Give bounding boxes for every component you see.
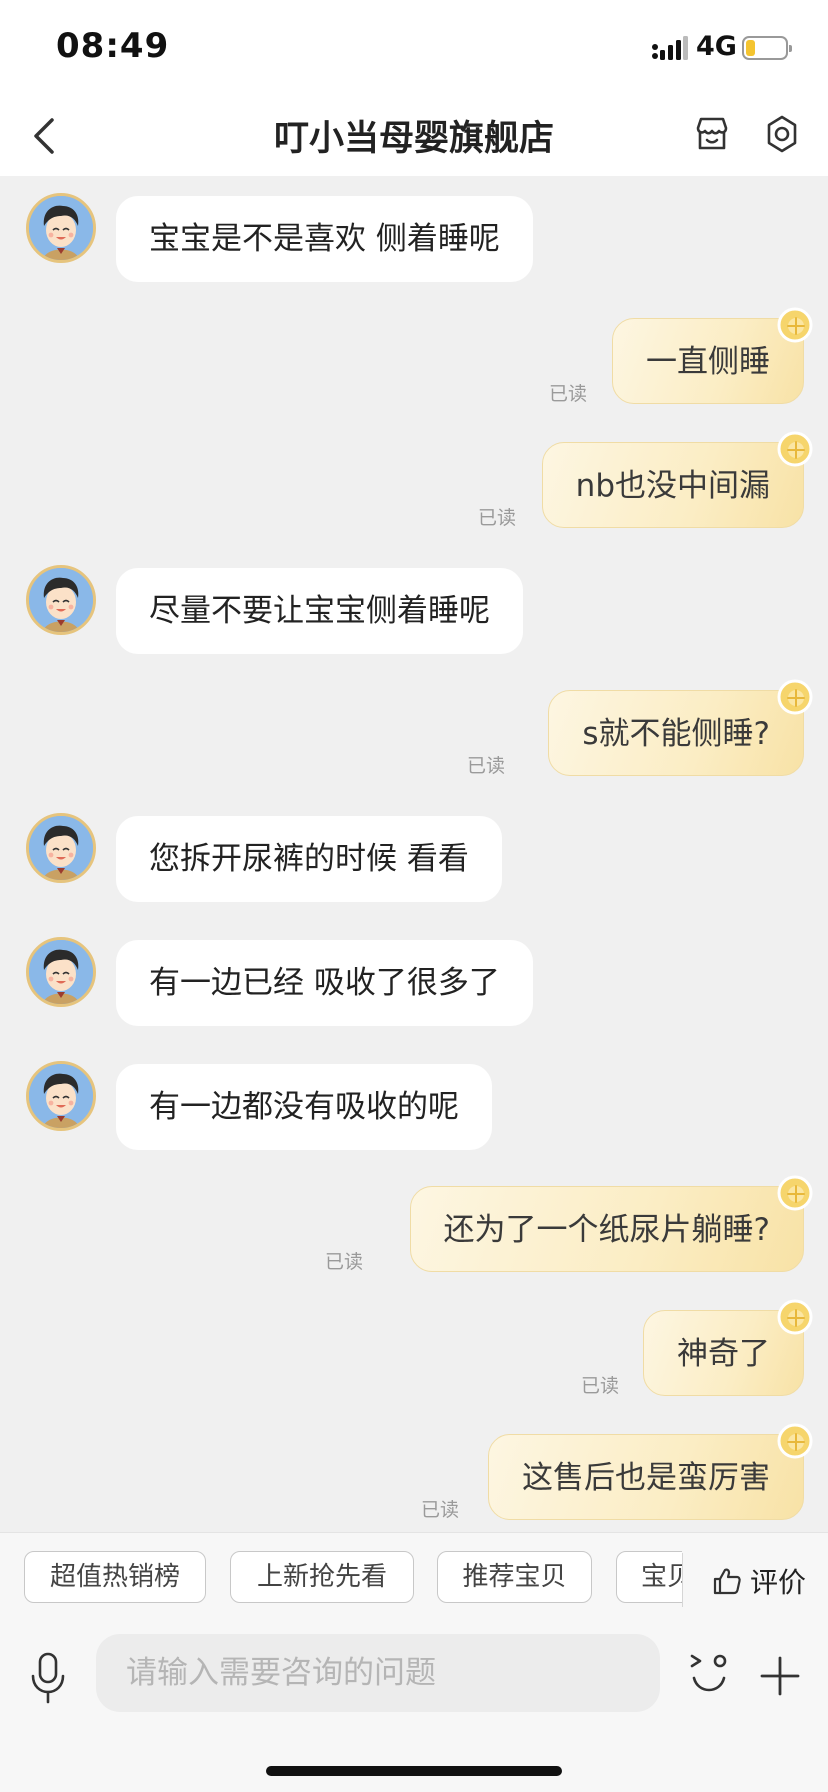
home-indicator[interactable] [266,1766,562,1776]
message-received: 宝宝是不是喜欢 侧着睡呢 [116,196,533,282]
read-status: 已读 [581,1375,620,1397]
agent-face-icon [29,196,93,260]
status-time: 08:49 [56,26,170,66]
agent-face-icon [29,816,93,880]
quick-reply-hot-list[interactable]: 超值热销榜 [24,1551,206,1603]
read-status: 已读 [467,755,506,777]
message-received: 有一边已经 吸收了很多了 [116,940,533,1026]
vip-badge-icon [777,679,813,715]
message-input[interactable]: 请输入需要咨询的问题 [96,1634,660,1712]
agent-avatar[interactable] [26,937,96,1007]
vip-badge-icon [777,1299,813,1335]
agent-face-icon [29,940,93,1004]
quick-reply-new-arrivals[interactable]: 上新抢先看 [230,1551,414,1603]
vip-badge-icon [777,1175,813,1211]
status-bar: 08:49 4G [0,0,828,96]
message-received: 您拆开尿裤的时候 看看 [116,816,502,902]
signal-icon [652,36,688,60]
message-sent: 还为了一个纸尿片躺睡? [409,1186,804,1272]
settings-gear-icon[interactable] [760,112,804,156]
read-status: 已读 [421,1499,460,1521]
vip-badge-icon [777,1423,813,1459]
agent-avatar[interactable] [26,813,96,883]
message-sent: 这售后也是蛮厉害 [488,1434,804,1520]
quick-reply-bar: 超值热销榜 上新抢先看 推荐宝贝 宝贝 评价 [0,1532,828,1629]
message-sent: nb也没中间漏 [541,442,804,528]
network-label: 4G [696,31,737,62]
quick-reply-recommended[interactable]: 推荐宝贝 [437,1551,592,1603]
emoji-icon[interactable] [688,1650,730,1698]
microphone-icon[interactable] [26,1650,70,1706]
vip-badge-icon [777,431,813,467]
message-received: 有一边都没有吸收的呢 [116,1064,492,1150]
vip-badge-icon [777,307,813,343]
message-sent: s就不能侧睡? [548,690,804,776]
quick-reply-baby[interactable]: 宝贝 [616,1551,682,1603]
rate-button[interactable]: 评价 [712,1559,806,1603]
thumbs-up-icon [713,1568,741,1595]
shop-icon[interactable] [690,112,734,156]
read-status: 已读 [549,383,588,405]
chat-area[interactable]: 宝宝是不是喜欢 侧着睡呢 一直侧睡 已读 nb也没中间漏 已读 尽量不要让宝宝侧… [0,176,828,1532]
battery-icon [742,36,792,60]
rate-label: 评价 [750,1566,807,1599]
agent-avatar[interactable] [26,193,96,263]
read-status: 已读 [478,507,517,529]
agent-face-icon [29,1064,93,1128]
agent-face-icon [29,568,93,632]
plus-icon[interactable] [758,1654,802,1698]
message-received: 尽量不要让宝宝侧着睡呢 [116,568,523,654]
agent-avatar[interactable] [26,565,96,635]
read-status: 已读 [325,1251,364,1273]
divider [682,1553,683,1607]
nav-bar: 叮小当母婴旗舰店 [0,96,828,176]
agent-avatar[interactable] [26,1061,96,1131]
